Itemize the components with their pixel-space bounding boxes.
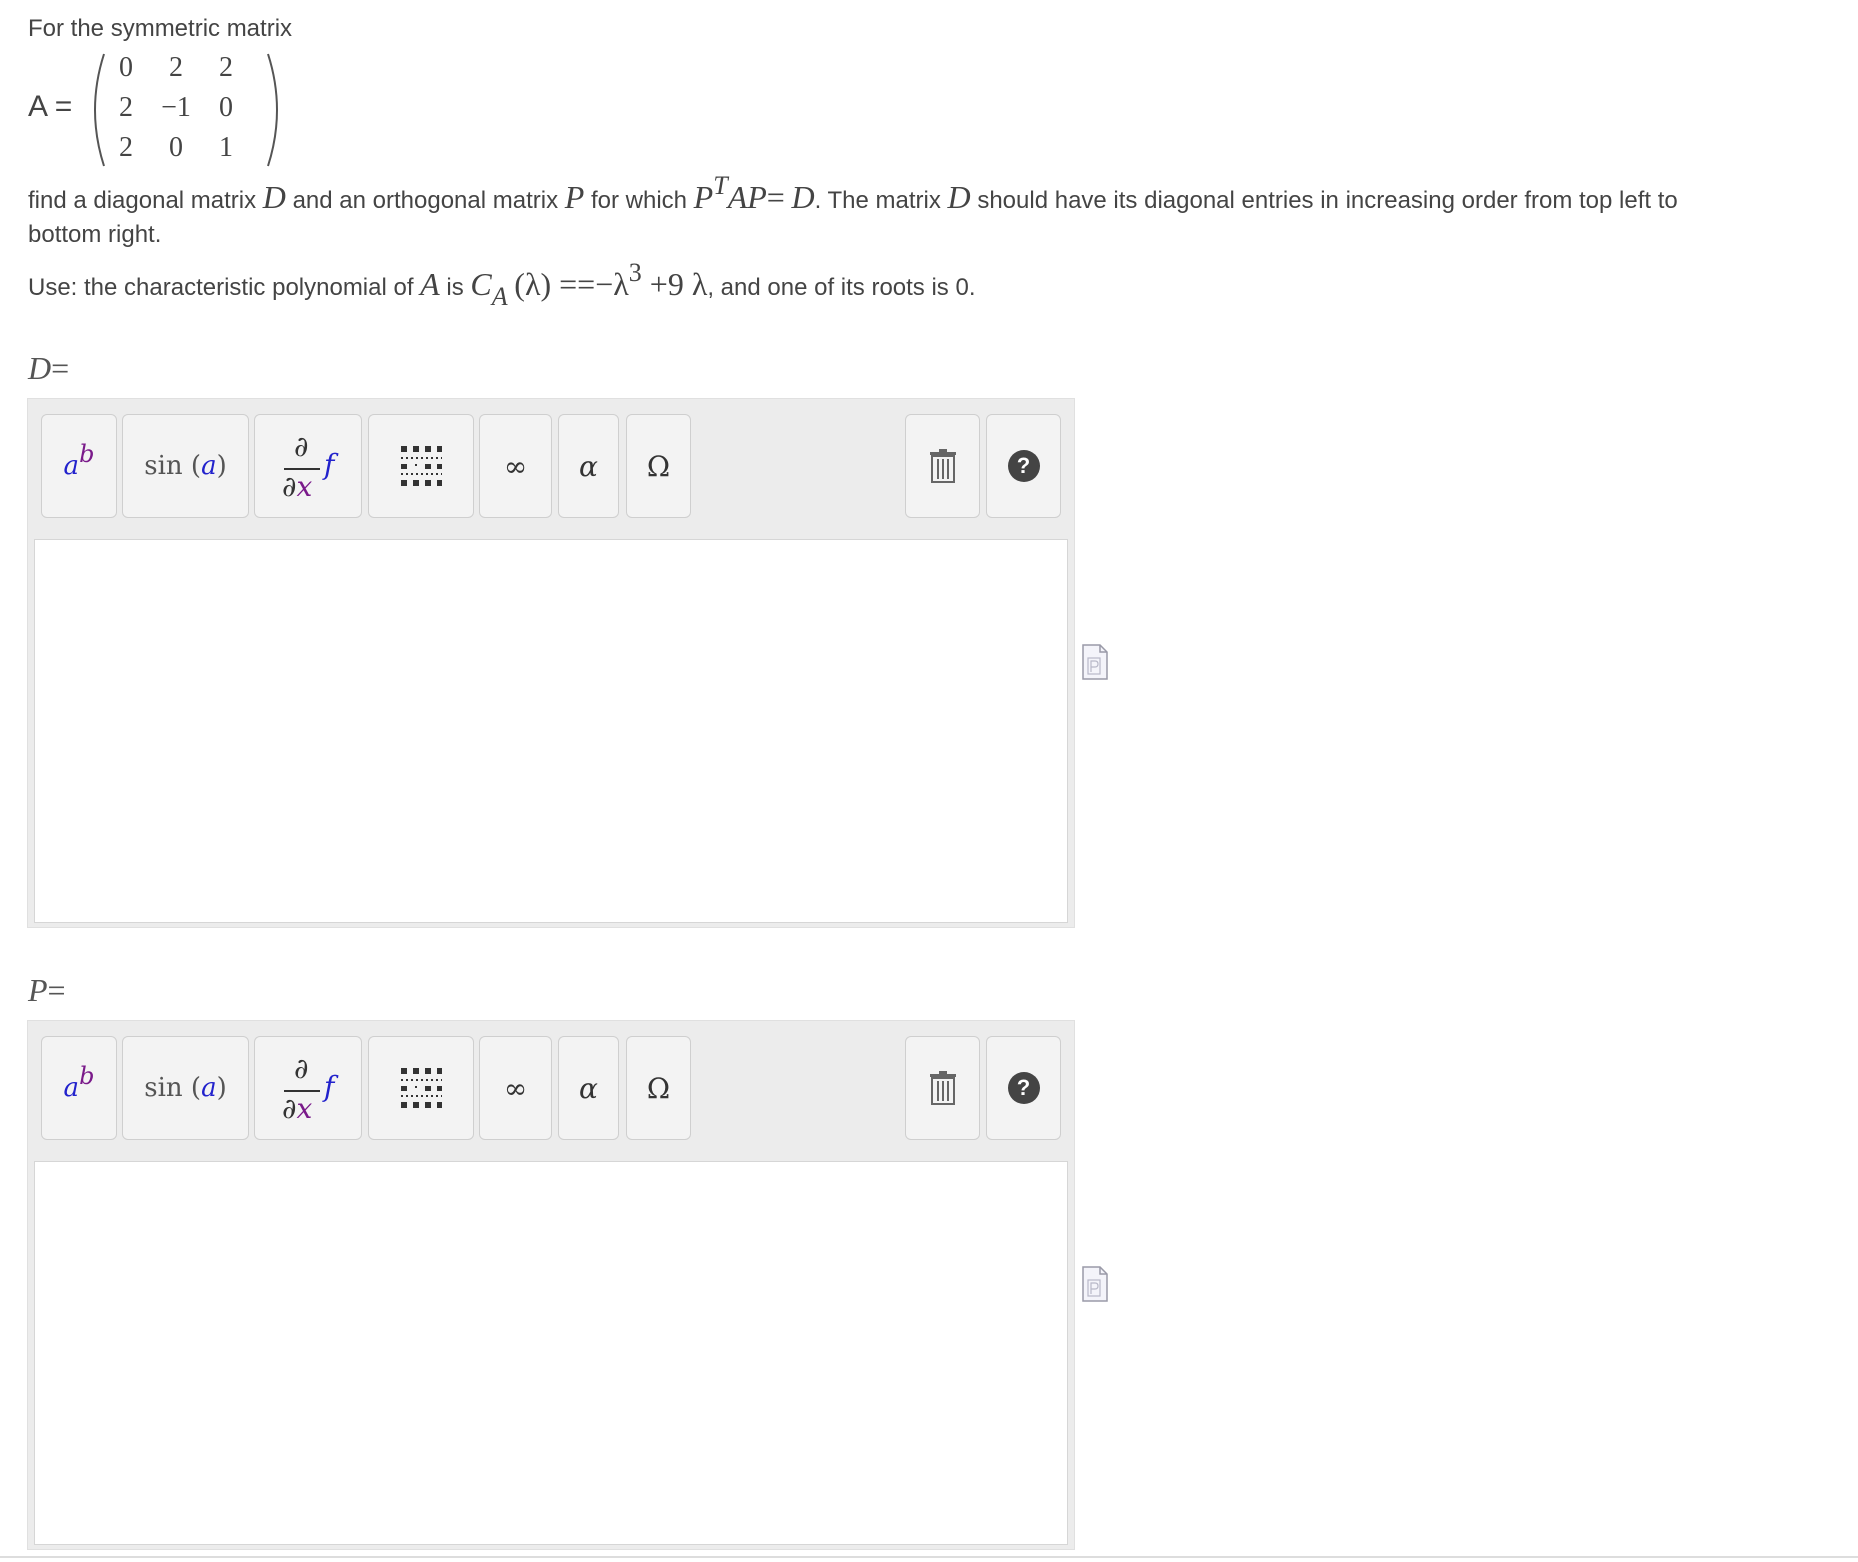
derivative-icon: ∂ ∂x f [282, 1052, 335, 1125]
power-icon: ab [63, 1062, 95, 1103]
power-button[interactable]: ab [41, 1036, 117, 1140]
math-editor-d: ab sin (a) ∂ ∂x f ∞ α Ω ? [27, 398, 1075, 928]
matrix-lhs: A = [28, 90, 72, 124]
derivative-icon: ∂ ∂x f [282, 430, 335, 503]
answer-equals: = [47, 972, 66, 1008]
infinity-button[interactable]: ∞ [479, 414, 552, 518]
math-eq-T: T [713, 171, 728, 200]
alpha-icon: α [579, 1071, 598, 1105]
math-C-subscript: A [491, 282, 508, 311]
matrix-equals: = [54, 90, 73, 123]
answer-input-p[interactable] [34, 1161, 1068, 1545]
problem-intro: For the symmetric matrix [28, 15, 293, 42]
matrix-a: A = 0 2 2 2 −1 0 2 0 1 [28, 50, 278, 170]
use-text-part: is [439, 274, 471, 301]
find-text-part: and an orthogonal matrix [285, 187, 565, 214]
answer-equals: = [51, 350, 70, 386]
function-button[interactable]: sin (a) [122, 1036, 249, 1140]
trash-icon [929, 449, 956, 483]
math-poly-start: ==−λ [551, 266, 629, 302]
math-eq-equals: = [766, 179, 785, 215]
matrix-cell: 2 [119, 92, 133, 123]
answer-var-p: P [28, 972, 48, 1008]
function-button[interactable]: sin (a) [122, 414, 249, 518]
math-toolbar: ab sin (a) ∂ ∂x f ∞ α Ω ? [28, 399, 1074, 534]
trash-icon [929, 1071, 956, 1105]
alpha-icon: α [579, 449, 598, 483]
math-eq-AP: AP [727, 179, 767, 215]
calculus-button[interactable]: ∂ ∂x f [254, 1036, 362, 1140]
infinity-icon: ∞ [503, 449, 528, 483]
math-eq-P: P [693, 179, 714, 215]
math-D: D [262, 179, 286, 215]
symbols-button[interactable]: Ω [626, 414, 691, 518]
power-icon: ab [63, 440, 95, 481]
use-text-part: Use: the characteristic polynomial of [28, 274, 421, 301]
help-button[interactable]: ? [986, 1036, 1061, 1140]
math-editor-p: ab sin (a) ∂ ∂x f ∞ α Ω ? [27, 1020, 1075, 1550]
math-poly-rest: +9 λ [641, 266, 708, 302]
answer-input-d[interactable] [34, 539, 1068, 923]
math-eq-D: D [791, 179, 815, 215]
matrix-cell: 1 [219, 132, 233, 163]
infinity-icon: ∞ [503, 1071, 528, 1105]
help-icon: ? [1007, 450, 1040, 482]
matrix-cell: 0 [169, 132, 183, 163]
math-D-2: D [947, 179, 971, 215]
matrix-button[interactable] [368, 1036, 474, 1140]
math-lambda-arg: (λ) [514, 266, 552, 302]
function-icon: sin (a) [144, 451, 227, 481]
problem-find-text: find a diagonal matrix D and an orthogon… [28, 171, 1728, 252]
infinity-button[interactable]: ∞ [479, 1036, 552, 1140]
matrix-cell: −1 [161, 92, 191, 123]
matrix-name: A [28, 90, 47, 123]
math-P: P [564, 179, 585, 215]
delete-button[interactable] [905, 414, 980, 518]
find-text-part: . The matrix [814, 187, 948, 214]
math-C: C [470, 266, 492, 302]
function-icon: sin (a) [144, 1073, 227, 1103]
use-text-part: , and one of its roots is 0. [707, 274, 976, 301]
math-toolbar: ab sin (a) ∂ ∂x f ∞ α Ω ? [28, 1021, 1074, 1156]
answer-var-d: D [28, 350, 52, 386]
matrix-cell: 0 [119, 52, 133, 83]
find-text-part: for which [584, 187, 694, 214]
help-button[interactable]: ? [986, 414, 1061, 518]
calculus-button[interactable]: ∂ ∂x f [254, 414, 362, 518]
page-divider [0, 1556, 1858, 1558]
answer-label-p: P= [28, 972, 66, 1009]
preview-document-icon[interactable] [1082, 1266, 1108, 1302]
math-A: A [420, 266, 440, 302]
greek-button[interactable]: α [558, 1036, 619, 1140]
find-text-part: find a diagonal matrix [28, 187, 263, 214]
matrix-cell: 0 [219, 92, 233, 123]
preview-document-icon[interactable] [1082, 644, 1108, 680]
matrix-cell: 2 [119, 132, 133, 163]
matrix-cell: 2 [169, 52, 183, 83]
delete-button[interactable] [905, 1036, 980, 1140]
omega-icon: Ω [646, 1071, 671, 1105]
matrix-grid-icon [401, 1068, 442, 1108]
symbols-button[interactable]: Ω [626, 1036, 691, 1140]
help-icon: ? [1007, 1072, 1040, 1104]
power-button[interactable]: ab [41, 414, 117, 518]
matrix-button[interactable] [368, 414, 474, 518]
problem-use-text: Use: the characteristic polynomial of A … [28, 258, 976, 311]
answer-label-d: D= [28, 350, 69, 387]
omega-icon: Ω [646, 449, 671, 483]
matrix-cell: 2 [219, 52, 233, 83]
math-poly-power: 3 [628, 258, 642, 287]
matrix-grid-icon [401, 446, 442, 486]
greek-button[interactable]: α [558, 414, 619, 518]
